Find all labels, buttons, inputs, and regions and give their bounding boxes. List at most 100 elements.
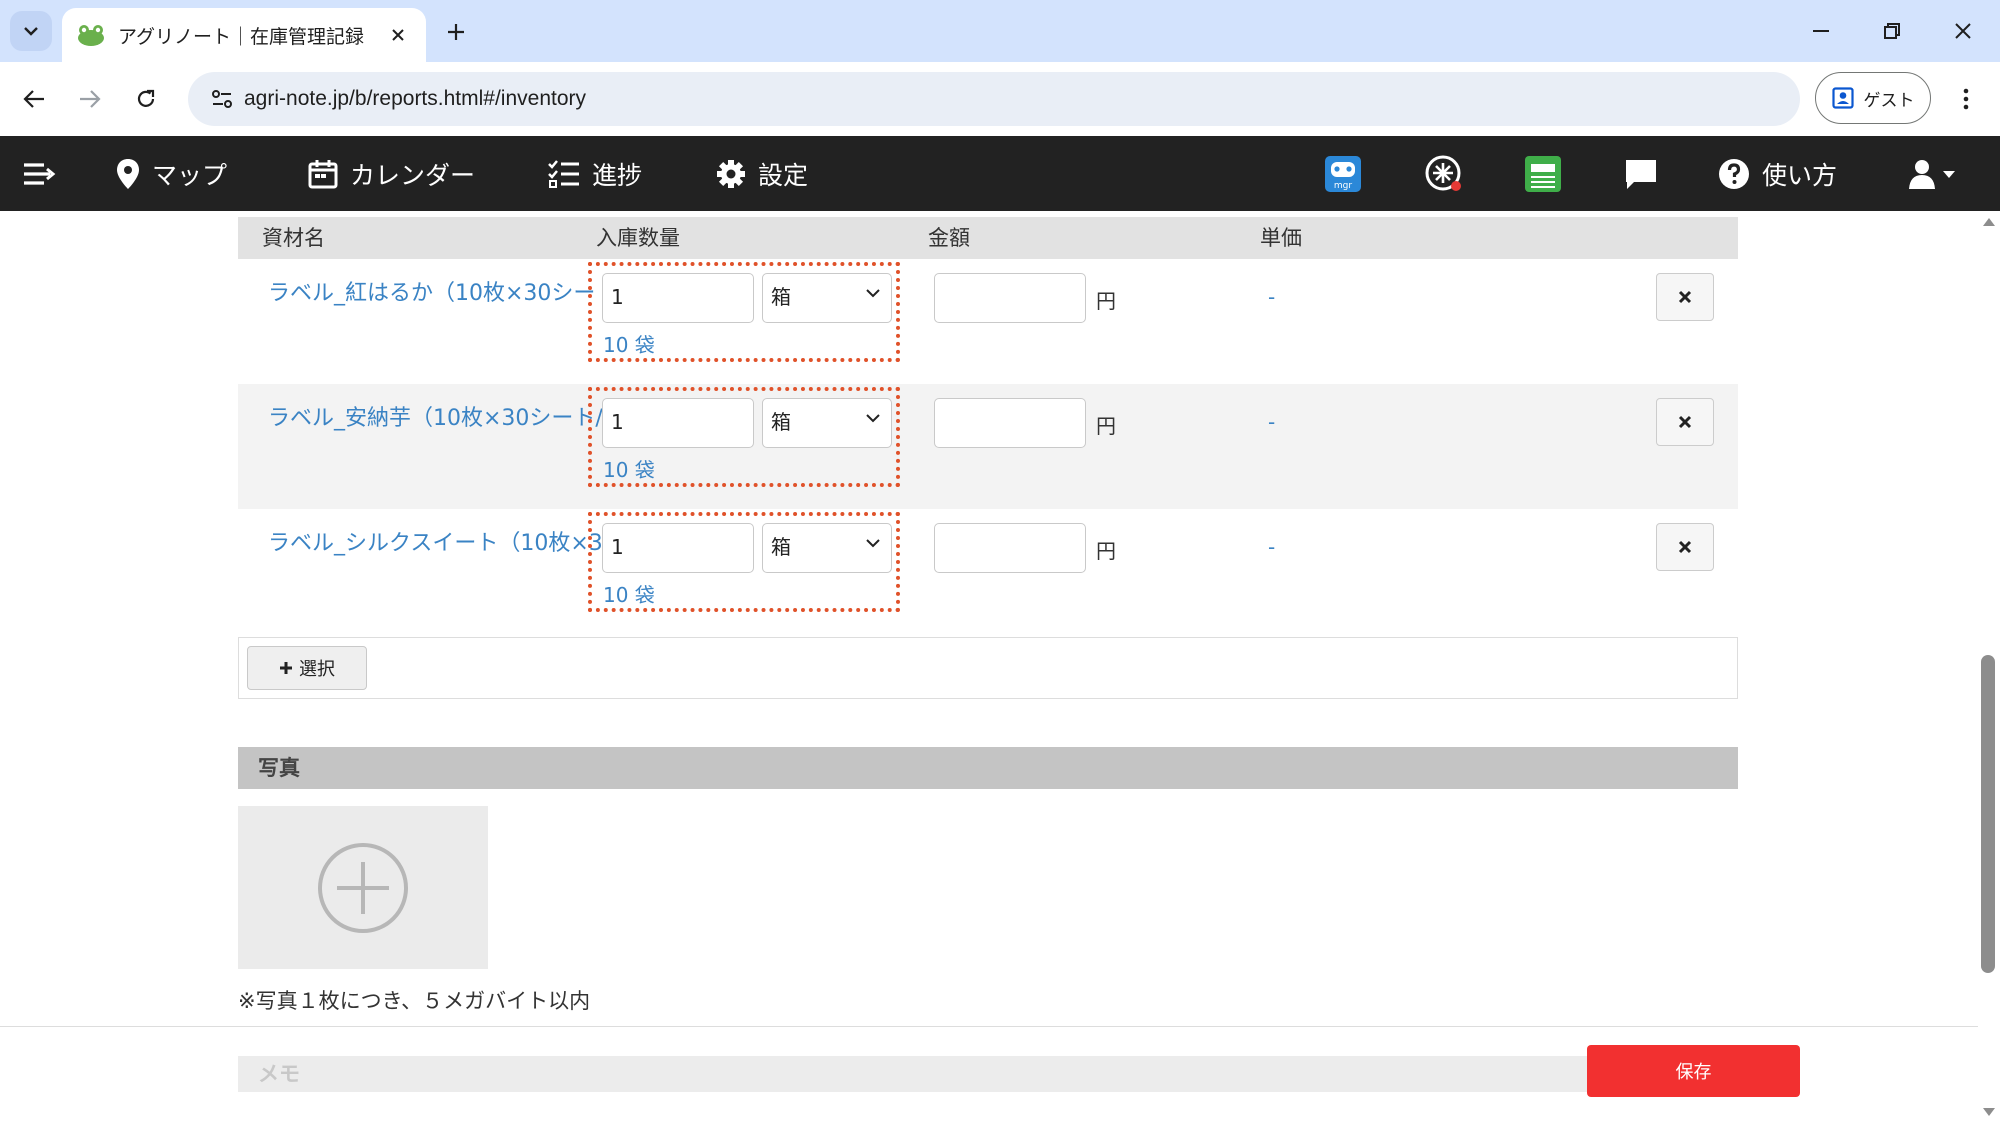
guest-label: ゲスト [1863, 90, 1915, 111]
nav-settings[interactable]: 設定 [716, 136, 808, 211]
nav-help[interactable]: 使い方 [1718, 136, 1837, 211]
delete-row-button[interactable] [1656, 273, 1714, 321]
photo-header-label: 写真 [258, 756, 300, 780]
tab-close-icon[interactable] [384, 21, 412, 49]
menu-arrow-icon [24, 162, 56, 185]
browser-tab-strip: アグリノート｜在庫管理記録 [0, 0, 2000, 62]
header-quantity: 入庫数量 [596, 226, 680, 250]
footer-action-bar: メモ 保存 [0, 1026, 2000, 1125]
delete-row-button[interactable] [1656, 523, 1714, 571]
unit-price-value: - [1268, 410, 1276, 434]
select-label: 選択 [299, 659, 335, 680]
map-pin-icon [117, 158, 139, 189]
quantity-input[interactable]: 1 [602, 273, 754, 323]
site-settings-icon[interactable] [202, 79, 242, 119]
memo-section-header: メモ [238, 1056, 1738, 1092]
save-button[interactable]: 保存 [1587, 1045, 1800, 1097]
amount-input[interactable] [934, 523, 1086, 573]
unit-select[interactable]: 箱 [762, 273, 892, 323]
checklist-icon [548, 159, 579, 188]
chevron-down-icon [866, 414, 880, 423]
close-icon [1678, 415, 1692, 429]
chevron-down-icon [866, 289, 880, 298]
guest-profile-button[interactable]: ゲスト [1815, 72, 1931, 124]
photo-size-note: ※写真１枚につき、５メガバイト以内 [238, 989, 591, 1013]
messages-button[interactable] [1624, 136, 1658, 211]
menu-toggle[interactable] [22, 136, 56, 211]
window-close-icon[interactable] [1933, 8, 1993, 54]
header-amount: 金額 [928, 226, 970, 250]
minimize-icon[interactable] [1791, 8, 1851, 54]
tab-title: アグリノート｜在庫管理記録 [118, 25, 365, 48]
unit-select[interactable]: 箱 [762, 523, 892, 573]
reload-icon[interactable] [124, 77, 168, 121]
table-row: ラベル_安納芋（10枚×30シート/袋） 1 箱 10 袋 円 - [238, 384, 1738, 509]
converted-count: 10 袋 [603, 583, 655, 607]
memo-header-label: メモ [258, 1062, 300, 1086]
add-circle-icon [318, 842, 408, 933]
table-row: ラベル_シルクスイート（10枚×30シート/袋） 1 箱 10 袋 円 - [238, 509, 1738, 634]
browser-toolbar: agri-note.jp/b/reports.html#/inventory ゲ… [0, 62, 2000, 136]
back-arrow-icon[interactable] [12, 77, 56, 121]
nav-progress-label: 進捗 [592, 160, 643, 190]
calendar-icon [308, 159, 338, 188]
close-icon [1678, 540, 1692, 554]
chevron-down-icon [866, 539, 880, 548]
browser-tab[interactable]: アグリノート｜在庫管理記録 [62, 8, 426, 62]
quantity-input[interactable]: 1 [602, 398, 754, 448]
app-navbar: マップ カレンダー 進捗 設定 mgr 使い方 [0, 136, 2000, 211]
forward-arrow-icon[interactable] [68, 77, 112, 121]
rice-app-button[interactable] [1424, 136, 1464, 211]
chat-bubble-icon [1626, 159, 1656, 189]
ledger-app-button[interactable] [1524, 136, 1562, 211]
unit-price-value: - [1268, 285, 1276, 309]
converted-count: 10 袋 [603, 333, 655, 357]
unit-select-value: 箱 [771, 410, 791, 434]
tab-search-button[interactable] [10, 11, 52, 51]
unit-select-value: 箱 [771, 285, 791, 309]
mgr-app-button[interactable]: mgr [1324, 136, 1362, 211]
address-bar[interactable]: agri-note.jp/b/reports.html#/inventory [188, 72, 1800, 126]
yen-unit: 円 [1096, 539, 1116, 563]
yen-unit: 円 [1096, 414, 1116, 438]
unit-select[interactable]: 箱 [762, 398, 892, 448]
new-tab-icon[interactable] [438, 14, 474, 50]
nav-calendar-label: カレンダー [350, 160, 476, 190]
unit-price-value: - [1268, 535, 1276, 559]
nav-calendar[interactable]: カレンダー [308, 136, 475, 211]
restore-icon[interactable] [1862, 8, 1922, 54]
converted-count: 10 袋 [603, 458, 655, 482]
page-content: 資材名 入庫数量 金額 単価 ラベル_紅はるか（10枚×30シート/袋） 1 箱… [0, 211, 2000, 1125]
nav-settings-label: 設定 [758, 160, 809, 190]
unit-select-value: 箱 [771, 535, 791, 559]
gear-icon [717, 159, 745, 188]
scroll-down-arrow-icon[interactable] [1983, 1108, 1995, 1116]
frog-favicon-icon [76, 22, 106, 48]
scroll-up-arrow-icon[interactable] [1983, 218, 1995, 226]
chevron-down-icon [24, 27, 38, 36]
user-menu-button[interactable] [1908, 136, 1958, 211]
help-icon [1719, 158, 1749, 189]
nav-progress[interactable]: 進捗 [548, 136, 642, 211]
photo-section-header: 写真 [238, 747, 1738, 789]
nav-map[interactable]: マップ [116, 136, 227, 211]
quantity-input[interactable]: 1 [602, 523, 754, 573]
yen-unit: 円 [1096, 289, 1116, 313]
profile-icon [1831, 87, 1854, 109]
mgr-text: mgr [1334, 181, 1352, 191]
user-icon [1909, 159, 1955, 189]
header-unit-price: 単価 [1260, 226, 1302, 250]
materials-table-header: 資材名 入庫数量 金額 単価 [238, 217, 1738, 259]
header-material-name: 資材名 [262, 226, 325, 250]
browser-menu-icon[interactable] [1946, 77, 1986, 121]
ledger-icon [1525, 155, 1561, 192]
delete-row-button[interactable] [1656, 398, 1714, 446]
url-text: agri-note.jp/b/reports.html#/inventory [244, 87, 586, 110]
select-material-button[interactable]: 選択 [247, 646, 367, 690]
amount-input[interactable] [934, 273, 1086, 323]
mgr-icon: mgr [1325, 155, 1361, 192]
add-photo-button[interactable] [238, 806, 488, 969]
scrollbar-thumb[interactable] [1981, 655, 1995, 973]
table-row: ラベル_紅はるか（10枚×30シート/袋） 1 箱 10 袋 円 - [238, 259, 1738, 384]
amount-input[interactable] [934, 398, 1086, 448]
